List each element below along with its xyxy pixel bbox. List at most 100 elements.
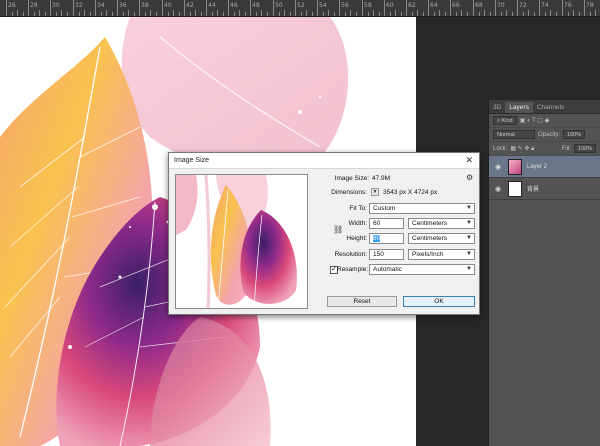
ruler-number: 32	[75, 2, 83, 9]
lock-icons[interactable]: ▦ ✎ ✥ 🔒︎	[510, 145, 534, 153]
fill-input[interactable]: 100%	[573, 144, 596, 153]
blend-mode-select[interactable]: Normal	[493, 130, 535, 139]
resolution-unit-value: Pixels/Inch	[412, 251, 444, 258]
ruler-number: 68	[475, 2, 483, 9]
tab-channels[interactable]: Channels	[533, 102, 568, 113]
ruler-number: 34	[97, 2, 105, 9]
ruler-tick	[445, 12, 446, 16]
ruler-tick	[562, 0, 563, 16]
image-size-value: 47.9M	[372, 175, 391, 182]
ruler-tick	[106, 10, 107, 16]
chevron-down-icon: ▼	[466, 235, 472, 241]
kind-filter-select[interactable]: ⌕ Kind	[493, 116, 517, 125]
ruler-tick	[417, 10, 418, 16]
ruler-tick	[401, 12, 402, 16]
ruler-tick	[295, 0, 296, 16]
ruler-tick	[61, 10, 62, 16]
ruler-tick	[523, 12, 524, 16]
ruler-tick	[84, 10, 85, 16]
ruler-tick	[350, 10, 351, 16]
gear-icon[interactable]: ⚙	[466, 173, 473, 182]
ruler-tick	[528, 10, 529, 16]
ruler-tick	[67, 12, 68, 16]
fit-to-select[interactable]: Custom ▼	[369, 203, 475, 214]
resample-select[interactable]: Automatic ▼	[369, 264, 475, 275]
ruler-tick	[179, 12, 180, 16]
ruler-tick	[234, 12, 235, 16]
ruler-tick	[334, 12, 335, 16]
ruler-tick	[223, 12, 224, 16]
ruler-number: 46	[230, 2, 238, 9]
height-value-selected: 80	[373, 235, 381, 242]
resolution-unit-select[interactable]: Pixels/Inch ▼	[408, 249, 475, 260]
ruler-tick	[90, 12, 91, 16]
ruler-number: 48	[252, 2, 260, 9]
ruler-tick	[345, 12, 346, 16]
ruler-tick	[6, 0, 7, 16]
ruler-tick	[323, 12, 324, 16]
ruler-tick	[284, 10, 285, 16]
dimensions-label: Dimensions:	[331, 189, 367, 196]
height-input[interactable]: 80	[369, 233, 404, 244]
ruler-tick	[256, 12, 257, 16]
width-unit-value: Centimeters	[412, 220, 448, 227]
chevron-down-icon: ▼	[466, 220, 472, 226]
ruler-tick	[162, 0, 163, 16]
height-unit-select[interactable]: Centimeters ▼	[408, 233, 475, 244]
ruler-tick	[201, 12, 202, 16]
ruler-tick	[173, 10, 174, 16]
ruler-number: 74	[541, 2, 549, 9]
layer-row-background[interactable]: ◉ 背景	[489, 178, 600, 200]
ruler-tick	[517, 0, 518, 16]
ok-button[interactable]: OK	[403, 296, 475, 307]
opacity-input[interactable]: 100%	[563, 130, 586, 139]
tab-layers[interactable]: Layers	[505, 102, 533, 113]
chevron-down-icon[interactable]: ▼	[371, 188, 379, 196]
image-preview[interactable]	[175, 174, 308, 309]
filter-icons[interactable]: ▣ ◐ T ▢ ◆	[520, 117, 550, 124]
resolution-input[interactable]: 150	[369, 249, 404, 260]
layer-row-layer-2[interactable]: ◉ Layer 2	[489, 156, 600, 178]
chevron-down-icon: ▼	[466, 266, 472, 272]
ruler-tick	[117, 0, 118, 16]
ruler-number: 76	[564, 2, 572, 9]
ruler-tick	[56, 12, 57, 16]
ruler-tick	[306, 10, 307, 16]
ruler-tick	[484, 10, 485, 16]
visibility-eye-icon[interactable]: ◉	[493, 163, 503, 171]
ruler-tick	[450, 0, 451, 16]
ruler-tick	[461, 10, 462, 16]
ruler-tick	[101, 12, 102, 16]
ruler-number: 54	[319, 2, 327, 9]
panel-tabs: 3D Layers Channels	[489, 100, 600, 114]
height-unit-value: Centimeters	[412, 235, 448, 242]
tab-3d[interactable]: 3D	[489, 102, 505, 113]
ruler-number: 50	[275, 2, 283, 9]
horizontal-ruler: 26 28 30 32 34 36 38 40 42 44 46 48 50 52 54 56 58 60 62 64…	[0, 0, 600, 17]
ruler-tick	[134, 12, 135, 16]
ruler-tick	[250, 0, 251, 16]
ruler-tick	[473, 0, 474, 16]
close-icon[interactable]: ✕	[465, 155, 473, 166]
ruler-number: 56	[341, 2, 349, 9]
reset-button[interactable]: Reset	[327, 296, 397, 307]
ruler-tick	[395, 10, 396, 16]
image-size-label: Image Size:	[334, 175, 369, 182]
chevron-down-icon: ▼	[466, 251, 472, 257]
layer-name: Layer 2	[527, 163, 548, 170]
width-label: Width:	[348, 220, 367, 227]
ruler-number: 44	[208, 2, 216, 9]
width-input[interactable]: 60	[369, 218, 404, 229]
ruler-tick	[139, 0, 140, 16]
ruler-tick	[112, 12, 113, 16]
ruler-number: 70	[497, 2, 505, 9]
ruler-number: 66	[452, 2, 460, 9]
ruler-tick	[267, 12, 268, 16]
width-unit-select[interactable]: Centimeters ▼	[408, 218, 475, 229]
ruler-tick	[339, 0, 340, 16]
ruler-tick	[467, 12, 468, 16]
visibility-eye-icon[interactable]: ◉	[493, 185, 503, 193]
ruler-tick	[290, 12, 291, 16]
ruler-tick	[17, 10, 18, 16]
fit-to-value: Custom	[373, 205, 396, 212]
